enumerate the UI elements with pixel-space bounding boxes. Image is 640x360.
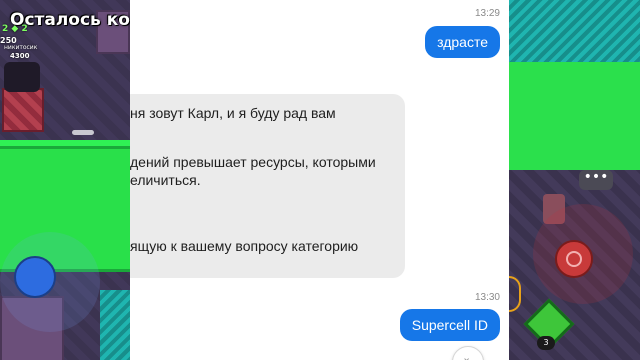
super-count-badge: 3 (537, 336, 555, 350)
gem-icon: ◆ (11, 24, 19, 34)
message-line: ящую к вашему вопросу категорию (130, 238, 359, 254)
bush-area (509, 0, 640, 70)
kill-counter: 2 ◆ 2 (2, 24, 28, 34)
bone-decoration (72, 130, 94, 135)
message-line: еличиться. (130, 172, 201, 188)
message-timestamp: 13:29 (474, 8, 500, 19)
enemy-brawler (4, 62, 40, 92)
support-chat-panel: 13:29 здрасте ня зовут Карл, и я буду ра… (130, 0, 509, 360)
incoming-message-bubble[interactable]: ня зовут Карл, и я буду рад вам дений пр… (130, 94, 405, 278)
chevron-down-icon: ⌄ (462, 351, 472, 360)
outgoing-message-bubble[interactable]: Supercell ID (399, 309, 500, 341)
attack-button[interactable] (555, 240, 593, 278)
scroll-to-bottom-button[interactable]: ⌄ (452, 346, 484, 360)
player-score-label: 4300 (10, 52, 30, 60)
outgoing-message-bubble[interactable]: здрасте (425, 26, 500, 58)
message-timestamp: 13:30 (474, 292, 500, 303)
message-line: дений превышает ресурсы, которыми (130, 154, 376, 170)
crate-box (2, 88, 44, 132)
bush-area (100, 290, 130, 360)
player-name-label: никитосик (4, 44, 38, 51)
grass-area (509, 62, 640, 170)
game-status-title: Осталось ком (10, 10, 130, 30)
message-line: ня зовут Карл, и я буду рад вам (130, 105, 336, 121)
game-background-right: ••• 3 (509, 0, 640, 360)
chat-bubble-icon[interactable]: ••• (579, 170, 613, 190)
game-background-left: Осталось ком 250 2 ◆ 2 никитосик 4300 (0, 0, 130, 360)
movement-joystick[interactable] (14, 256, 56, 298)
